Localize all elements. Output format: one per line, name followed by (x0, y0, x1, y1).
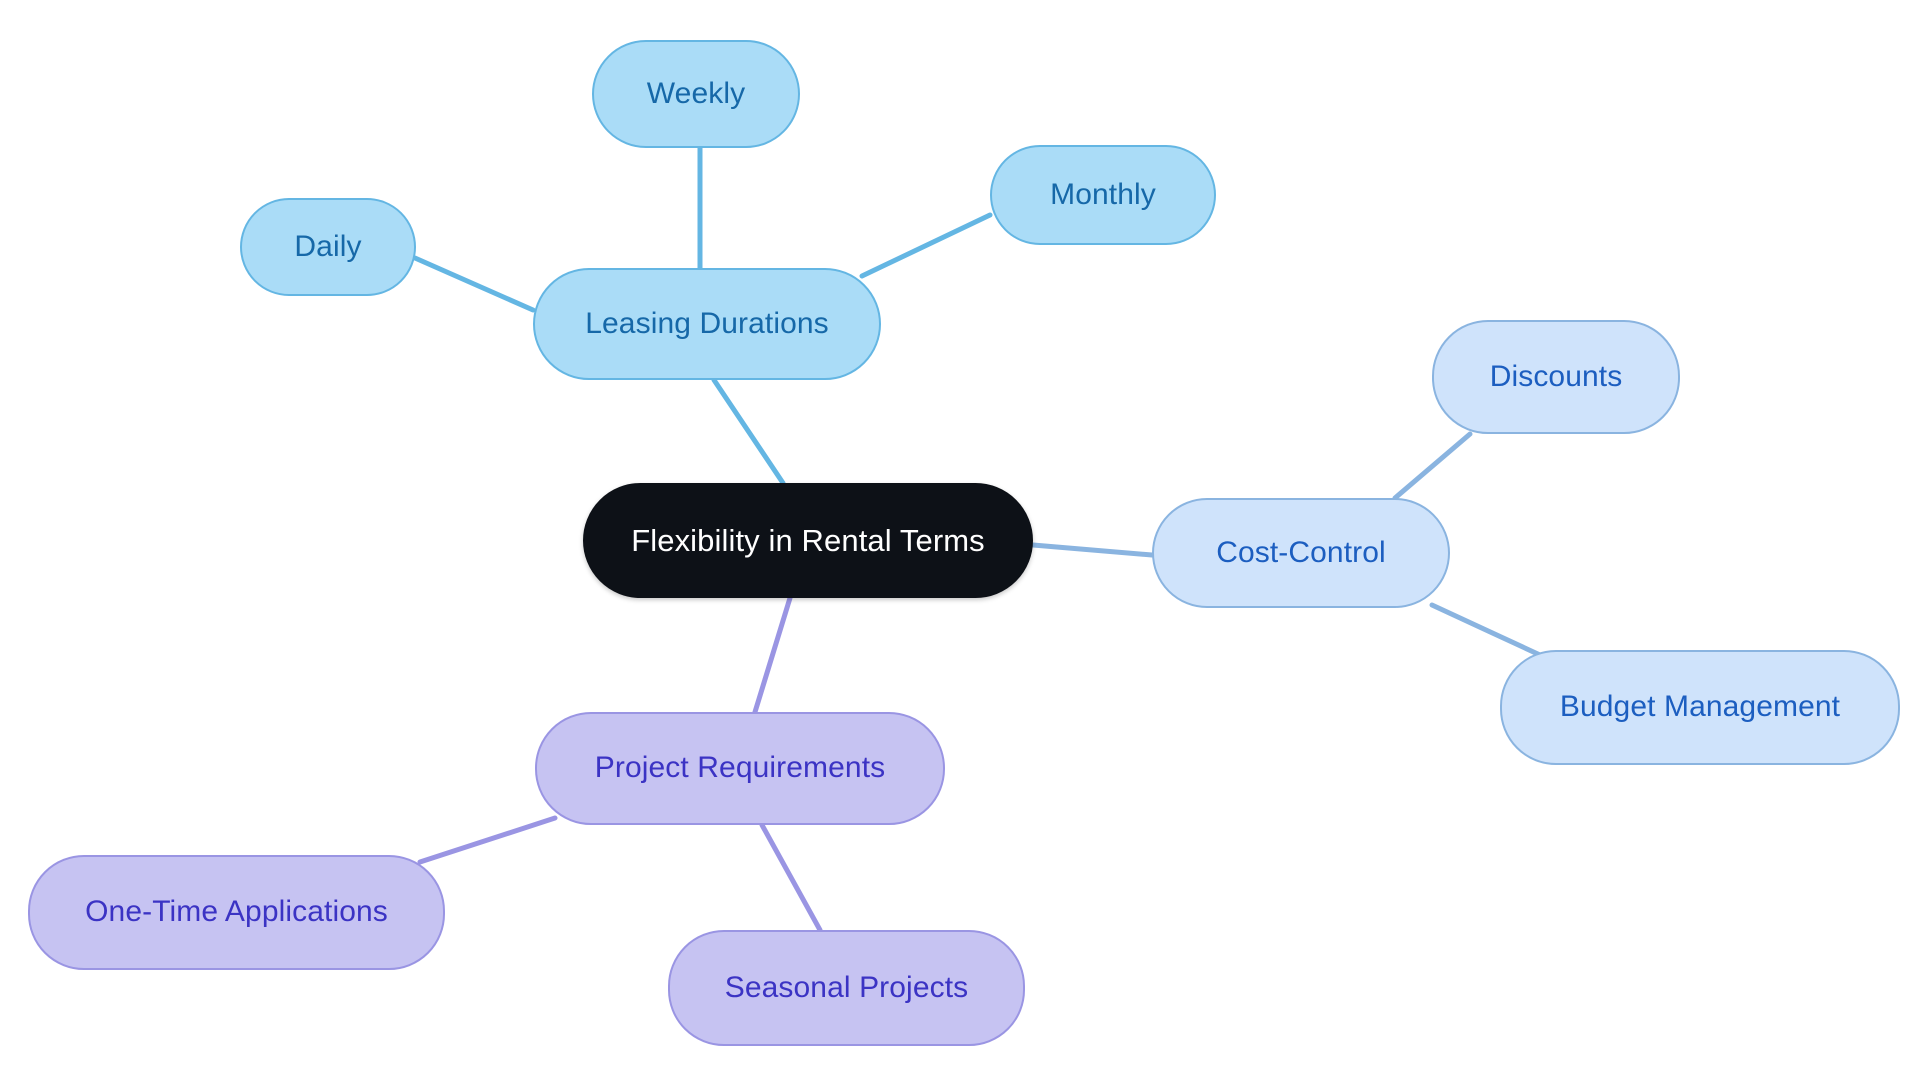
node-weekly-label: Weekly (646, 76, 746, 110)
node-project-requirements-label: Project Requirements (594, 751, 886, 785)
node-seasonal-projects-label: Seasonal Projects (724, 970, 969, 1004)
node-budget-management-label: Budget Management (1559, 690, 1841, 724)
edge-root-to-leasing-durations (711, 377, 786, 486)
node-discounts-label: Discounts (1489, 359, 1623, 393)
edge-root-to-project-requirements (752, 595, 793, 715)
node-monthly-label: Monthly (1050, 177, 1156, 211)
node-project-requirements[interactable]: Project Requirements (535, 712, 945, 825)
edge-leasing-durations-to-daily (412, 255, 536, 313)
mindmap-canvas: Weekly Monthly Daily Leasing Durations D… (0, 0, 1920, 1083)
edge-leasing-durations-to-monthly (859, 212, 993, 279)
edge-cost-control-to-discounts (1392, 431, 1473, 501)
node-monthly[interactable]: Monthly (990, 145, 1216, 245)
node-cost-control-label: Cost-Control (1216, 535, 1386, 569)
node-root-label: Flexibility in Rental Terms (631, 522, 985, 558)
node-one-time-applications[interactable]: One-Time Applications (28, 855, 445, 970)
node-seasonal-projects[interactable]: Seasonal Projects (668, 930, 1025, 1046)
node-weekly[interactable]: Weekly (592, 40, 800, 148)
node-leasing-durations[interactable]: Leasing Durations (533, 268, 881, 380)
node-discounts[interactable]: Discounts (1432, 320, 1680, 434)
node-daily-label: Daily (294, 229, 362, 263)
edge-cost-control-to-budget-management (1429, 602, 1543, 658)
node-daily[interactable]: Daily (240, 198, 416, 296)
node-leasing-durations-label: Leasing Durations (585, 306, 829, 340)
node-budget-management[interactable]: Budget Management (1500, 650, 1900, 765)
node-one-time-applications-label: One-Time Applications (85, 895, 388, 929)
edge-project-requirements-to-one-time-applications (417, 815, 558, 865)
node-root-flexibility-in-rental-terms[interactable]: Flexibility in Rental Terms (583, 483, 1033, 598)
edge-project-requirements-to-seasonal-projects (759, 822, 823, 933)
edge-root-to-cost-control (1030, 542, 1155, 558)
node-cost-control[interactable]: Cost-Control (1152, 498, 1450, 608)
